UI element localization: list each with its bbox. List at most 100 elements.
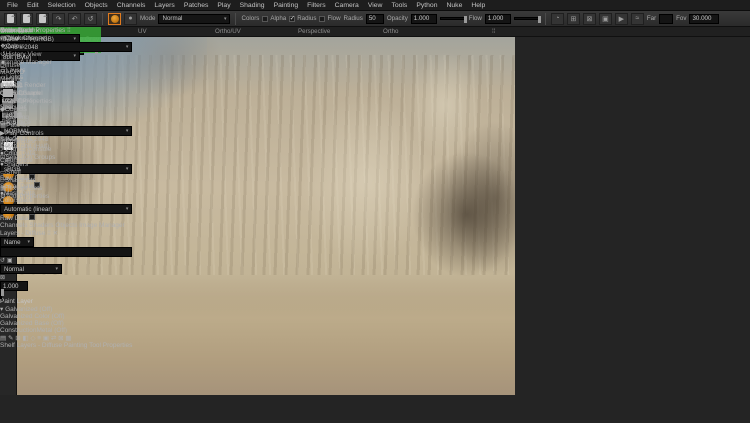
radius-field[interactable]: 50 — [366, 14, 384, 24]
refresh-icon[interactable]: ↺ — [0, 258, 5, 264]
palette-tab-modo-render[interactable]: ◧Modo Render — [0, 81, 55, 89]
flow-field[interactable]: 1.000 — [485, 14, 511, 24]
add-paint-layer-button[interactable]: ✎ — [8, 335, 13, 342]
palette-tab-python-console[interactable]: ≻Python Console — [0, 145, 55, 153]
trash-icon[interactable]: ▣ — [7, 258, 13, 264]
layers-palette-titlebar[interactable]: Layers - Diffuse ⁞⁞ ✕ — [0, 229, 132, 237]
tab-shelf[interactable]: Shelf — [0, 342, 15, 349]
slider-handle[interactable] — [464, 16, 467, 23]
twisty-icon[interactable]: ▾ — [0, 306, 3, 313]
add-group-button[interactable]: ⊞ — [15, 335, 20, 342]
mask-raw-data-checkbox[interactable] — [29, 214, 35, 220]
tab-uv[interactable]: UV — [138, 28, 147, 35]
add-adjustment-button[interactable]: ◧ — [23, 335, 29, 342]
play-button[interactable]: ▶ — [615, 13, 628, 25]
menu-help[interactable]: Help — [471, 2, 485, 9]
palette-tab-snapshots[interactable]: ▱Snapshots — [0, 176, 55, 184]
menu-camera[interactable]: Camera — [335, 2, 359, 9]
layer-row[interactable]: Paint Layer — [0, 298, 132, 305]
menu-view[interactable]: View — [368, 2, 383, 9]
lock-icon[interactable]: ⊠ — [0, 275, 5, 281]
dock-icon[interactable]: ⊞ — [5, 28, 10, 34]
menu-shading[interactable]: Shading — [240, 2, 265, 9]
palette-tab-patches[interactable]: ▦Patches — [0, 121, 55, 129]
palette-tab-node-graph[interactable]: ◇Node Graph — [0, 89, 55, 97]
slider-handle[interactable] — [538, 16, 541, 23]
new-project-button[interactable] — [4, 13, 17, 25]
palette-tab-layers[interactable]: ☰Layers — [0, 66, 55, 74]
layer-row[interactable]: Galvanized Color (Off) — [0, 313, 132, 320]
mode-dropdown[interactable]: Normal — [158, 14, 230, 24]
tab-objects[interactable]: Objects — [55, 222, 77, 229]
node-properties-titlebar[interactable]: ⁞⁞ ⊞ ✕ Node Properties ⁞⁞ — [0, 27, 71, 34]
menu-tools[interactable]: Tools — [391, 2, 407, 9]
merge-button[interactable]: ≡ — [37, 335, 41, 342]
palette-tab-painting[interactable]: ✎Painting — [0, 113, 55, 121]
import-button[interactable]: ↷ — [52, 13, 65, 25]
menu-painting[interactable]: Painting — [274, 2, 299, 9]
palette-grip-icon[interactable]: ⁞⁞ — [67, 27, 71, 34]
menu-play[interactable]: Play — [217, 2, 230, 9]
alpha-checkbox[interactable]: Alpha — [262, 15, 286, 22]
tab-painting[interactable]: Painting — [64, 342, 88, 349]
layers-search-input[interactable] — [0, 247, 132, 257]
save-project-button[interactable] — [36, 13, 49, 25]
blend-mode-dropdown[interactable]: Normal — [0, 264, 62, 274]
paint-tool-button[interactable] — [108, 13, 121, 25]
tab-ortho[interactable]: Ortho — [383, 28, 398, 35]
palette-grip-icon[interactable]: ⁞⁞ ✕ — [47, 230, 58, 237]
mask-button[interactable]: ⊠ — [583, 13, 596, 25]
duplicate-button[interactable]: ▣ — [43, 335, 49, 342]
palette-tab-texture-sets[interactable]: ▩Texture Sets — [0, 184, 55, 192]
tab-image-manager[interactable]: Image Manager — [79, 222, 125, 229]
splitter-grip-icon[interactable]: ⁞⁞ — [492, 28, 495, 35]
tab-shaders[interactable]: Shaders — [29, 222, 53, 229]
far-field[interactable] — [659, 14, 673, 24]
menu-python[interactable]: Python — [416, 2, 437, 9]
tab-layers-diffuse[interactable]: Layers - Diffuse — [17, 342, 62, 349]
mirror-button[interactable]: ⊞ — [567, 13, 580, 25]
opacity-field[interactable]: 1.000 — [411, 14, 437, 24]
palette-tab-history-view[interactable]: ↺History View — [0, 50, 55, 58]
layer-opacity-field[interactable]: 1.000 — [0, 281, 28, 291]
palette-tab-shelf[interactable]: ▭Shelf — [0, 168, 55, 176]
add-layer-button[interactable]: ▤ — [0, 335, 6, 342]
layer-view-button[interactable]: ▣ — [599, 13, 612, 25]
palette-tab-colors[interactable]: ❖Colors — [0, 42, 55, 50]
menu-objects[interactable]: Objects — [85, 2, 108, 9]
palette-tab-selection-groups[interactable]: ⊡Selection Groups — [0, 153, 55, 161]
sync-button[interactable]: ↺ — [84, 13, 97, 25]
palette-tab-play-controls[interactable]: ▶Play Controls — [0, 129, 55, 137]
tab-channels[interactable]: Channels — [0, 222, 27, 229]
tab-ortho-uv[interactable]: Ortho/UV — [215, 28, 241, 35]
menu-nuke[interactable]: Nuke — [446, 2, 462, 9]
tab-perspective[interactable]: Perspective — [298, 28, 330, 35]
palette-tab-node-properties[interactable]: ◈Node Properties — [0, 97, 55, 105]
menu-patches[interactable]: Patches — [184, 2, 209, 9]
layer-group-row[interactable]: ▾ Galvanized (Off) — [0, 305, 132, 313]
fov-field[interactable]: 30.000 — [689, 14, 719, 24]
open-project-button[interactable] — [20, 13, 33, 25]
palette-grip-icon[interactable]: ⁞⁞ — [0, 27, 4, 34]
menu-layers[interactable]: Layers — [154, 2, 174, 9]
layer-row[interactable]: Galvanized Base (Off) — [0, 320, 132, 327]
slider-handle[interactable] — [14, 111, 17, 118]
gain-slider[interactable] — [0, 95, 2, 104]
radius-checkbox[interactable]: Radius — [289, 15, 316, 22]
palette-tab-channels[interactable]: ▤Channels — [0, 34, 55, 42]
close-icon[interactable]: ✕ — [12, 28, 17, 34]
layer-row[interactable]: ConstructionMetal (Off) — [0, 327, 132, 334]
palette-tab-image-manager[interactable]: ▣Image Manager — [0, 58, 55, 66]
menu-channels[interactable]: Channels — [117, 2, 146, 9]
remove-layer-button[interactable]: ⊠ — [58, 335, 63, 342]
eraser-tool-button[interactable]: ● — [124, 13, 137, 25]
gamma-slider[interactable] — [0, 112, 2, 121]
transfer-button[interactable]: ⇄ — [51, 335, 56, 342]
flow-slider[interactable] — [514, 17, 540, 20]
mask-colorspace-dropdown[interactable]: Automatic (linear) — [0, 204, 132, 214]
palette-tab-projectors[interactable]: ⊞Projectors — [0, 137, 55, 145]
menu-edit[interactable]: Edit — [27, 2, 39, 9]
menu-selection[interactable]: Selection — [48, 2, 76, 9]
export-button[interactable]: ↶ — [68, 13, 81, 25]
palette-tab-shaders[interactable]: ●Shaders — [0, 161, 55, 168]
